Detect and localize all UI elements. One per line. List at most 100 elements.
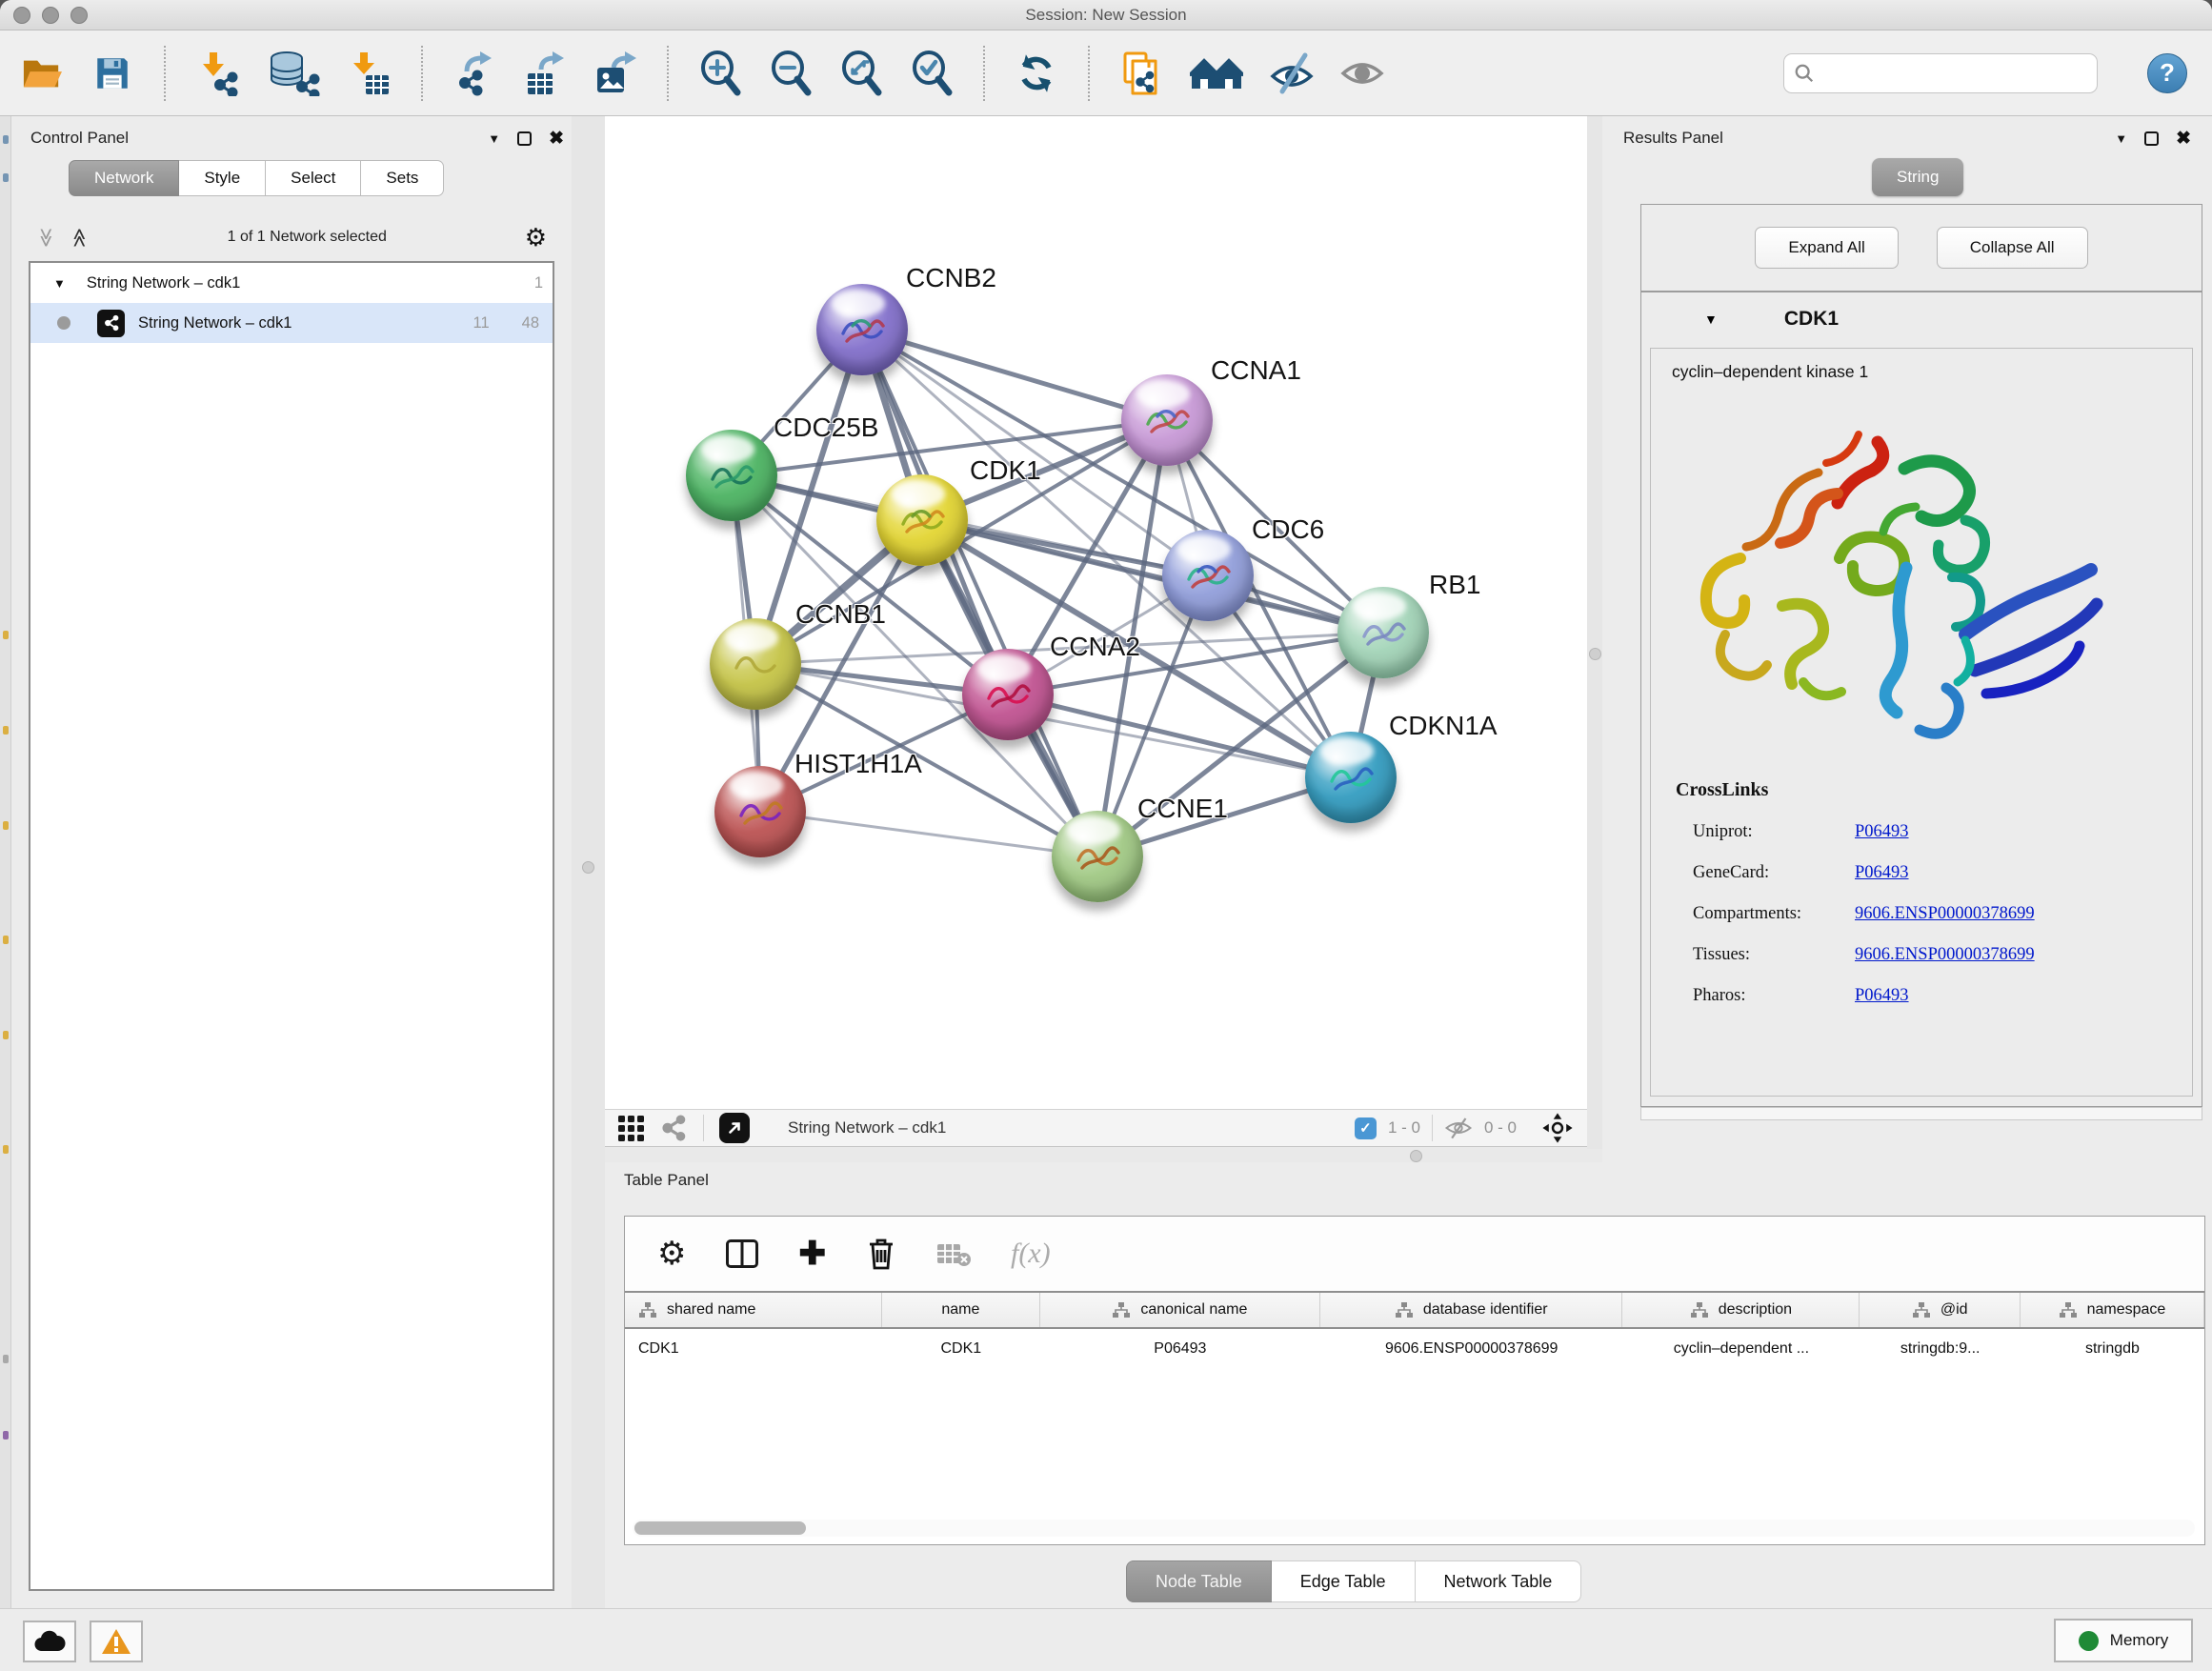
- open-session-button[interactable]: [19, 49, 65, 98]
- expand-all-button[interactable]: Expand All: [1755, 227, 1898, 269]
- splitter-handle[interactable]: [1589, 648, 1601, 660]
- tab-node-table[interactable]: Node Table: [1126, 1560, 1272, 1602]
- show-all-button[interactable]: [1339, 49, 1385, 98]
- tab-network[interactable]: Network: [69, 160, 179, 196]
- cell-namespace[interactable]: stringdb: [2021, 1329, 2204, 1369]
- column-header-namespace[interactable]: namespace: [2021, 1293, 2204, 1327]
- crosslink-link[interactable]: P06493: [1855, 822, 1909, 842]
- node-CCNA2[interactable]: [962, 649, 1054, 740]
- cell-database-identifier[interactable]: 9606.ENSP00000378699: [1320, 1329, 1622, 1369]
- crosslink-link[interactable]: P06493: [1855, 863, 1909, 883]
- collapse-all-button[interactable]: Collapse All: [1937, 227, 2088, 269]
- table-horizontal-scrollbar[interactable]: [633, 1520, 2195, 1537]
- detach-view-icon[interactable]: [719, 1113, 750, 1143]
- network-canvas[interactable]: CCNB2CCNA1CDC25BCDK1CDC6RB1CCNB1CCNA2CDK…: [605, 116, 1587, 1109]
- splitter-handle[interactable]: [1410, 1150, 1422, 1162]
- expand-all-networks-icon[interactable]: ≪: [68, 228, 91, 248]
- column-header-description[interactable]: description: [1622, 1293, 1860, 1327]
- show-columns-icon[interactable]: [726, 1239, 758, 1268]
- grid-mode-icon[interactable]: [618, 1116, 644, 1141]
- selected-checkbox-icon[interactable]: ✓: [1355, 1117, 1377, 1139]
- scrollbar-thumb[interactable]: [634, 1521, 806, 1535]
- tab-string[interactable]: String: [1872, 158, 1963, 196]
- panel-menu-icon[interactable]: ▼: [2115, 131, 2127, 146]
- cell-description[interactable]: cyclin–dependent ...: [1622, 1329, 1860, 1369]
- collection-expander-icon[interactable]: ▼: [53, 276, 66, 291]
- network-view-bottombar: String Network – cdk1 ✓ 1 - 0 0 - 0: [605, 1109, 1587, 1147]
- crosslink-link[interactable]: P06493: [1855, 986, 1909, 1006]
- table-options-gear-icon[interactable]: ⚙: [657, 1235, 686, 1273]
- hidden-node-edge-counts: 0 - 0: [1484, 1118, 1517, 1137]
- column-header-canonical-name[interactable]: canonical name: [1040, 1293, 1321, 1327]
- crosslink-label: Compartments:: [1676, 904, 1855, 924]
- node-CDK1[interactable]: [876, 474, 968, 566]
- node-CCNB1[interactable]: [710, 618, 801, 710]
- node-table: shared namenamecanonical namedatabase id…: [625, 1291, 2204, 1369]
- hide-selected-button[interactable]: [1269, 49, 1315, 98]
- close-panel-icon[interactable]: ✖: [2176, 128, 2191, 150]
- search-input[interactable]: [1822, 64, 2087, 83]
- gene-header-row[interactable]: ▼ CDK1: [1641, 292, 2202, 346]
- crosslink-link[interactable]: 9606.ENSP00000378699: [1855, 945, 2035, 965]
- zoom-fit-button[interactable]: [838, 49, 884, 98]
- add-column-icon[interactable]: ✚: [798, 1235, 826, 1273]
- node-CCNE1[interactable]: [1052, 811, 1143, 902]
- cell-@id[interactable]: stringdb:9...: [1860, 1329, 2020, 1369]
- refresh-button[interactable]: [1014, 49, 1059, 98]
- node-HIST1H1A[interactable]: [714, 766, 806, 857]
- memory-button[interactable]: Memory: [2054, 1619, 2193, 1662]
- network-row[interactable]: String Network – cdk1 11 48: [30, 303, 553, 343]
- help-button[interactable]: ?: [2147, 53, 2187, 93]
- export-image-button[interactable]: [593, 49, 638, 98]
- first-neighbors-button[interactable]: [1189, 49, 1244, 98]
- zoom-selected-button[interactable]: [909, 49, 955, 98]
- zoom-in-button[interactable]: [697, 49, 743, 98]
- node-RB1[interactable]: [1337, 587, 1429, 678]
- tab-select[interactable]: Select: [266, 160, 361, 196]
- import-network-file-button[interactable]: [194, 49, 240, 98]
- splitter-handle[interactable]: [582, 861, 594, 874]
- float-panel-icon[interactable]: [2144, 131, 2159, 146]
- save-session-button[interactable]: [90, 49, 135, 98]
- cell-name[interactable]: CDK1: [882, 1329, 1039, 1369]
- close-panel-icon[interactable]: ✖: [549, 128, 564, 150]
- tab-edge-table[interactable]: Edge Table: [1272, 1560, 1416, 1602]
- copy-network-button[interactable]: [1118, 49, 1164, 98]
- cell-canonical-name[interactable]: P06493: [1040, 1329, 1321, 1369]
- node-CCNA1[interactable]: [1121, 374, 1213, 466]
- warnings-button[interactable]: [90, 1621, 143, 1662]
- export-network-button[interactable]: [452, 49, 497, 98]
- export-table-button[interactable]: [522, 49, 568, 98]
- node-CDKN1A[interactable]: [1305, 732, 1397, 823]
- tab-style[interactable]: Style: [179, 160, 266, 196]
- column-header-name[interactable]: name: [882, 1293, 1039, 1327]
- zoom-out-button[interactable]: [768, 49, 814, 98]
- column-header-database-identifier[interactable]: database identifier: [1320, 1293, 1622, 1327]
- left-splitter[interactable]: [572, 116, 605, 1608]
- edge-CCNB2-CCNA1[interactable]: [862, 330, 1167, 420]
- tab-network-table[interactable]: Network Table: [1416, 1560, 1582, 1602]
- cloud-status-button[interactable]: [23, 1621, 76, 1662]
- import-table-button[interactable]: [347, 49, 392, 98]
- gene-expander-icon[interactable]: ▼: [1704, 312, 1718, 327]
- network-view-icon[interactable]: [659, 1114, 688, 1142]
- import-network-database-button[interactable]: [265, 49, 322, 98]
- collapse-all-networks-icon[interactable]: ≫: [34, 228, 58, 248]
- column-header-shared-name[interactable]: shared name: [625, 1293, 882, 1327]
- table-row[interactable]: CDK1CDK1P064939606.ENSP00000378699cyclin…: [625, 1329, 2204, 1369]
- crosslink-link[interactable]: 9606.ENSP00000378699: [1855, 904, 2035, 924]
- edge-HIST1H1A-CCNE1[interactable]: [760, 812, 1097, 856]
- tab-sets[interactable]: Sets: [361, 160, 444, 196]
- panel-menu-icon[interactable]: ▼: [488, 131, 500, 146]
- results-scroll-strip[interactable]: [1640, 1107, 2202, 1120]
- node-CCNB2[interactable]: [816, 284, 908, 375]
- float-panel-icon[interactable]: [517, 131, 532, 146]
- network-collection-row[interactable]: ▼ String Network – cdk1 1: [30, 263, 553, 303]
- bird-eye-view-icon[interactable]: [1541, 1112, 1574, 1144]
- node-CDC6[interactable]: [1162, 530, 1254, 621]
- network-options-gear-icon[interactable]: ⚙: [525, 223, 547, 252]
- column-header-@id[interactable]: @id: [1860, 1293, 2020, 1327]
- node-CDC25B[interactable]: [686, 430, 777, 521]
- delete-column-icon[interactable]: [866, 1237, 896, 1271]
- cell-shared-name[interactable]: CDK1: [625, 1329, 882, 1369]
